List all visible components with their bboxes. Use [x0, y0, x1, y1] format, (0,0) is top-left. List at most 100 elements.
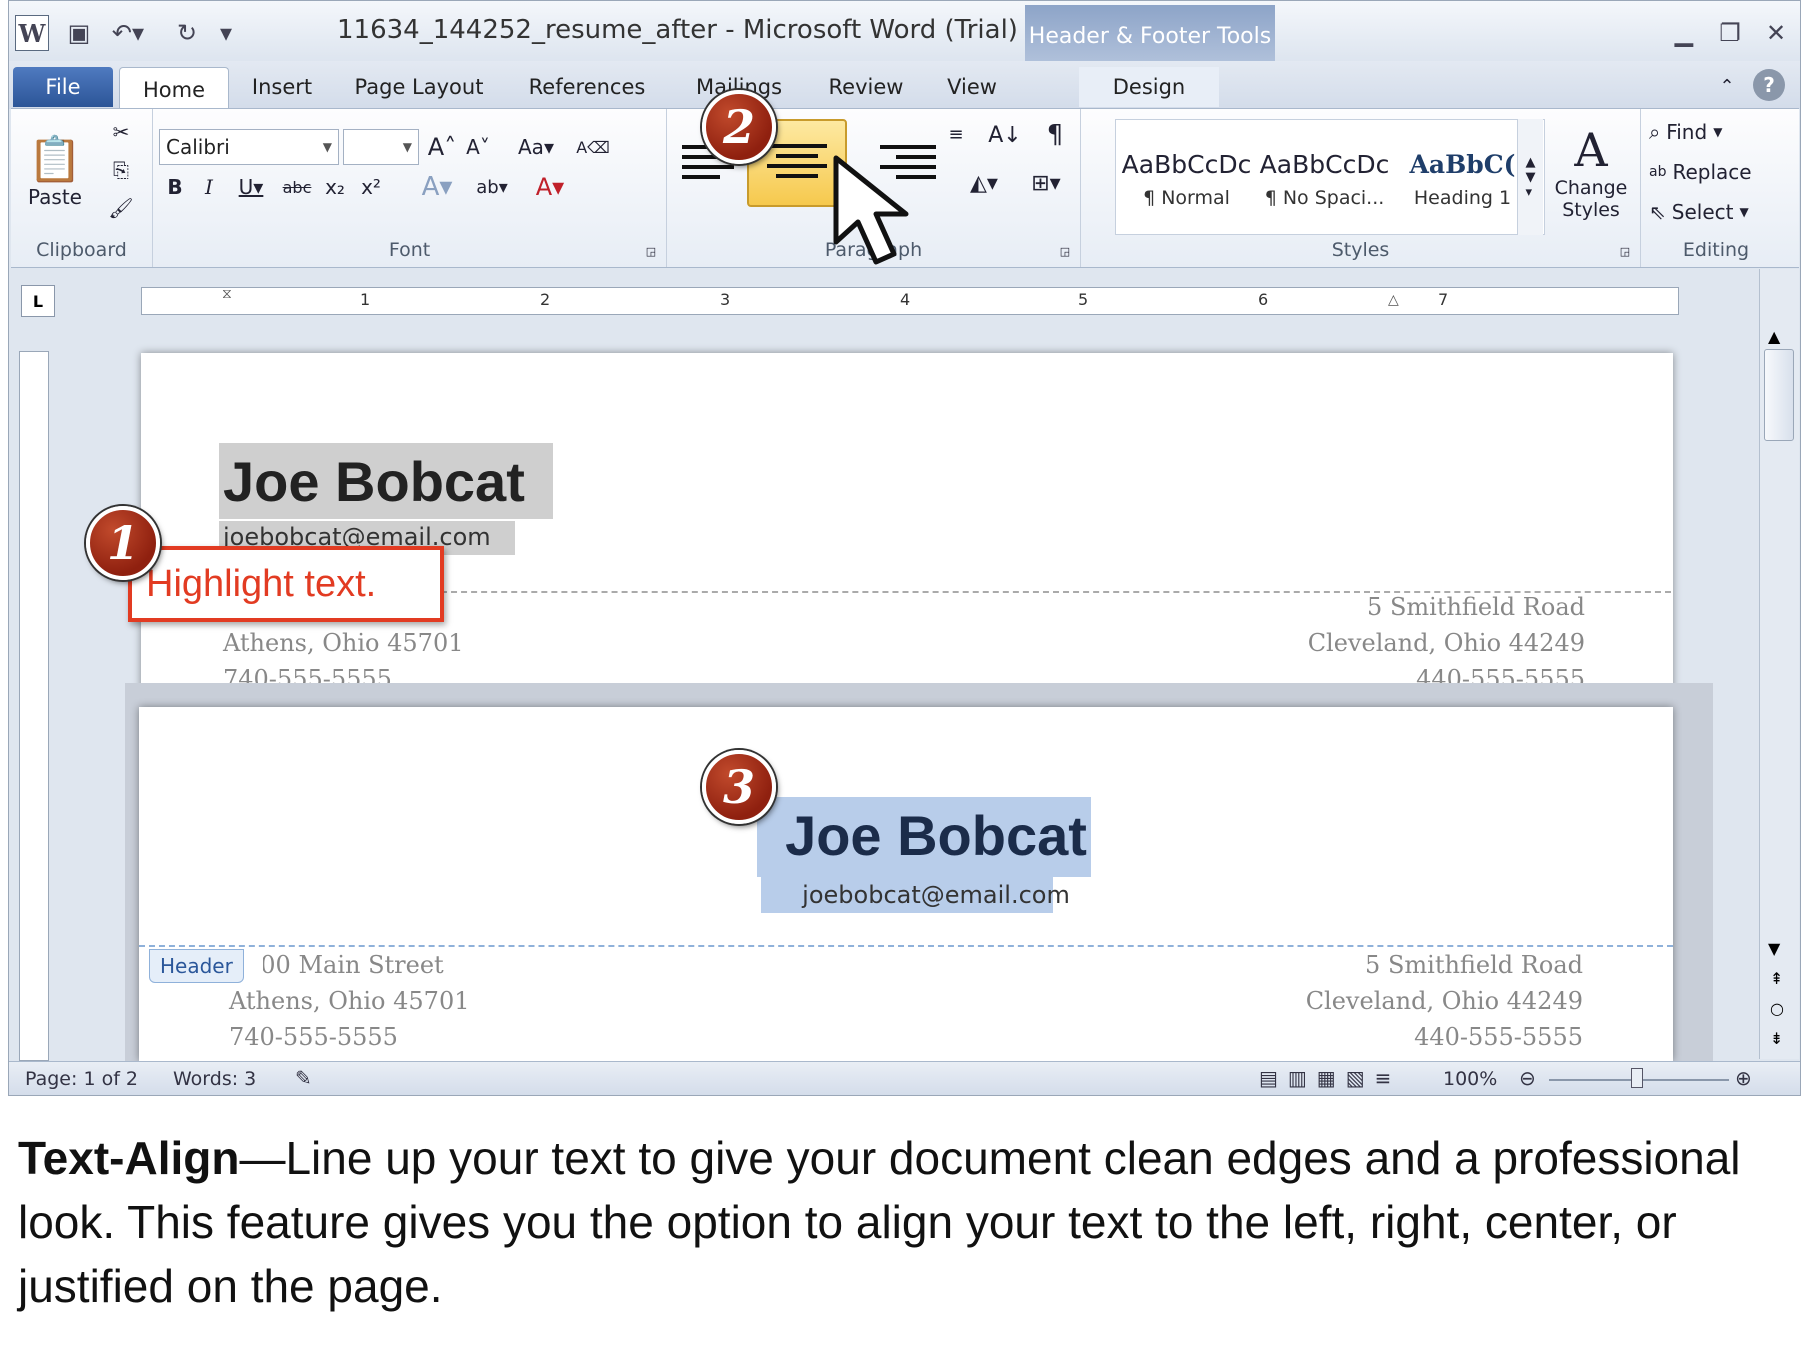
next-page-icon[interactable]: ⇟	[1770, 1029, 1783, 1048]
style-name: ¶ Normal	[1143, 186, 1230, 209]
ruler-number: 1	[360, 290, 371, 309]
left-address-line: 740-555-5555	[229, 1023, 398, 1051]
ruler-number: 3	[720, 290, 731, 309]
subscript-icon[interactable]: x₂	[319, 169, 351, 205]
right-address-line: 5 Smithfield Road	[1365, 951, 1583, 979]
horizontal-ruler[interactable]: 1 2 3 4 5 6 7 ⧖ △	[141, 286, 1679, 316]
scroll-thumb[interactable]	[1764, 349, 1794, 441]
tab-page-layout[interactable]: Page Layout	[349, 67, 489, 107]
clipboard-group: 📋 Paste ✂ ⎘ 🖌 Clipboard	[11, 109, 153, 267]
highlight-color-icon[interactable]: ab▾	[467, 169, 517, 205]
style-no-spacing[interactable]: AaBbCcDc ¶ No Spaci...	[1257, 139, 1392, 219]
tab-home[interactable]: Home	[119, 67, 229, 111]
minimize-ribbon-icon[interactable]: ⌃	[1715, 71, 1739, 101]
tab-view[interactable]: View	[937, 67, 1007, 107]
tab-file[interactable]: File	[13, 67, 113, 107]
restore-icon[interactable]: ❐	[1709, 15, 1751, 51]
page-count[interactable]: Page: 1 of 2	[25, 1068, 138, 1090]
vertical-scrollbar[interactable]: ▲ ▼ ⇞ ○ ⇟	[1759, 269, 1799, 1059]
text-effects-icon[interactable]: A▾	[415, 169, 459, 205]
previous-page-icon[interactable]: ⇞	[1770, 969, 1783, 988]
find-button[interactable]: ⌕ Find ▼	[1649, 115, 1783, 149]
font-size-combo[interactable]: ▼	[343, 129, 419, 165]
paste-label: Paste	[28, 185, 82, 209]
document-page-after[interactable]: Joe Bobcat joebobcat@email.com Header 10…	[139, 707, 1673, 1061]
redo-icon[interactable]: ↻	[169, 15, 205, 51]
copy-icon[interactable]: ⎘	[105, 155, 137, 185]
save-icon[interactable]: ▣	[61, 15, 97, 51]
header-tag: Header	[149, 949, 244, 983]
format-painter-icon[interactable]: 🖌	[105, 193, 137, 223]
find-icon: ⌕	[1649, 120, 1661, 144]
font-name-value: Calibri	[166, 135, 230, 159]
cut-icon[interactable]: ✂	[105, 117, 137, 147]
style-sample: AaBbCcDc	[1121, 149, 1252, 179]
change-styles-button[interactable]: A Change Styles	[1549, 117, 1633, 227]
change-styles-icon: A	[1574, 123, 1608, 177]
strikethrough-icon[interactable]: abc	[279, 169, 315, 205]
style-sample: AaBbCcDc	[1259, 149, 1390, 179]
right-address-line: Cleveland, Ohio 44249	[1307, 629, 1585, 657]
styles-dialog-launcher-icon[interactable]: ◲	[1617, 243, 1633, 259]
style-normal[interactable]: AaBbCcDc ¶ Normal	[1119, 139, 1254, 219]
shrink-font-icon[interactable]: A˅	[461, 129, 495, 165]
ruler-number: 6	[1258, 290, 1269, 309]
change-case-icon[interactable]: Aa▾	[511, 129, 561, 165]
italic-icon[interactable]: I	[193, 169, 225, 205]
resume-name-centered[interactable]: Joe Bobcat	[139, 803, 1673, 868]
zoom-in-icon[interactable]: ⊕	[1735, 1066, 1752, 1090]
word-app-icon[interactable]: W	[15, 15, 49, 51]
scroll-up-icon[interactable]: ▲	[1768, 327, 1780, 346]
help-icon[interactable]: ?	[1753, 69, 1785, 101]
line-spacing-icon[interactable]: ≡	[941, 119, 971, 149]
step-3-badge: 3	[702, 750, 776, 824]
zoom-level[interactable]: 100%	[1443, 1068, 1497, 1090]
scroll-down-icon[interactable]: ▼	[1768, 939, 1780, 958]
close-icon[interactable]: ✕	[1755, 15, 1797, 51]
tab-design[interactable]: Design	[1079, 67, 1219, 107]
superscript-icon[interactable]: x²	[355, 169, 387, 205]
tab-insert[interactable]: Insert	[241, 67, 323, 107]
replace-label: Replace	[1672, 160, 1752, 184]
minimize-icon[interactable]: ▁	[1663, 15, 1705, 51]
replace-button[interactable]: ab Replace	[1649, 155, 1783, 189]
caption-term: Text-Align	[18, 1132, 240, 1184]
ruler-number: 7	[1438, 290, 1449, 309]
style-sample: AaBbC(	[1409, 149, 1516, 179]
tab-selector[interactable]: L	[21, 285, 55, 317]
view-buttons[interactable]: ▤▥▦▧≡	[1259, 1066, 1401, 1090]
proofing-icon[interactable]: ✎	[295, 1066, 312, 1090]
step-1-badge: 1	[86, 506, 160, 580]
indent-marker-icon[interactable]: ⧖	[222, 286, 238, 316]
customize-quick-access-icon[interactable]: ▾	[213, 15, 239, 51]
grow-font-icon[interactable]: A˄	[425, 129, 459, 165]
borders-icon[interactable]: ⊞▾	[1019, 165, 1073, 201]
tab-review[interactable]: Review	[821, 67, 911, 107]
font-dialog-launcher-icon[interactable]: ◲	[643, 243, 659, 259]
resume-name[interactable]: Joe Bobcat	[223, 449, 525, 514]
document-page-before[interactable]: Joe Bobcat joebobcat@email.com Athens, O…	[141, 353, 1673, 701]
styles-scroll[interactable]: ▲ ▼ ▾	[1517, 119, 1543, 235]
zoom-out-icon[interactable]: ⊖	[1519, 1066, 1536, 1090]
zoom-slider-thumb[interactable]	[1631, 1068, 1643, 1088]
word-count[interactable]: Words: 3	[173, 1068, 256, 1090]
browse-object-icon[interactable]: ○	[1770, 999, 1784, 1018]
font-name-combo[interactable]: Calibri ▼	[159, 129, 339, 165]
bold-icon[interactable]: B	[159, 169, 191, 205]
style-heading-1[interactable]: AaBbC(Heading 1	[1395, 139, 1530, 219]
clear-formatting-icon[interactable]: A⌫	[573, 129, 613, 165]
show-formatting-marks-icon[interactable]: ¶	[1037, 117, 1073, 153]
tab-references[interactable]: References	[521, 67, 653, 107]
paragraph-dialog-launcher-icon[interactable]: ◲	[1057, 243, 1073, 259]
undo-icon[interactable]: ↶▾	[105, 15, 151, 51]
paste-button[interactable]: 📋 Paste	[23, 117, 87, 225]
ruler-number: 2	[540, 290, 551, 309]
right-indent-marker-icon[interactable]: △	[1388, 292, 1399, 308]
shading-icon[interactable]: ◭▾	[957, 165, 1011, 201]
sort-icon[interactable]: A↓	[983, 117, 1027, 153]
resume-email-centered[interactable]: joebobcat@email.com	[139, 881, 1673, 909]
font-color-icon[interactable]: A▾	[527, 169, 573, 205]
callout-highlight-text: Highlight text.	[128, 546, 444, 622]
underline-icon[interactable]: U▾	[229, 169, 273, 205]
select-button[interactable]: ⇖ Select ▼	[1649, 195, 1783, 229]
